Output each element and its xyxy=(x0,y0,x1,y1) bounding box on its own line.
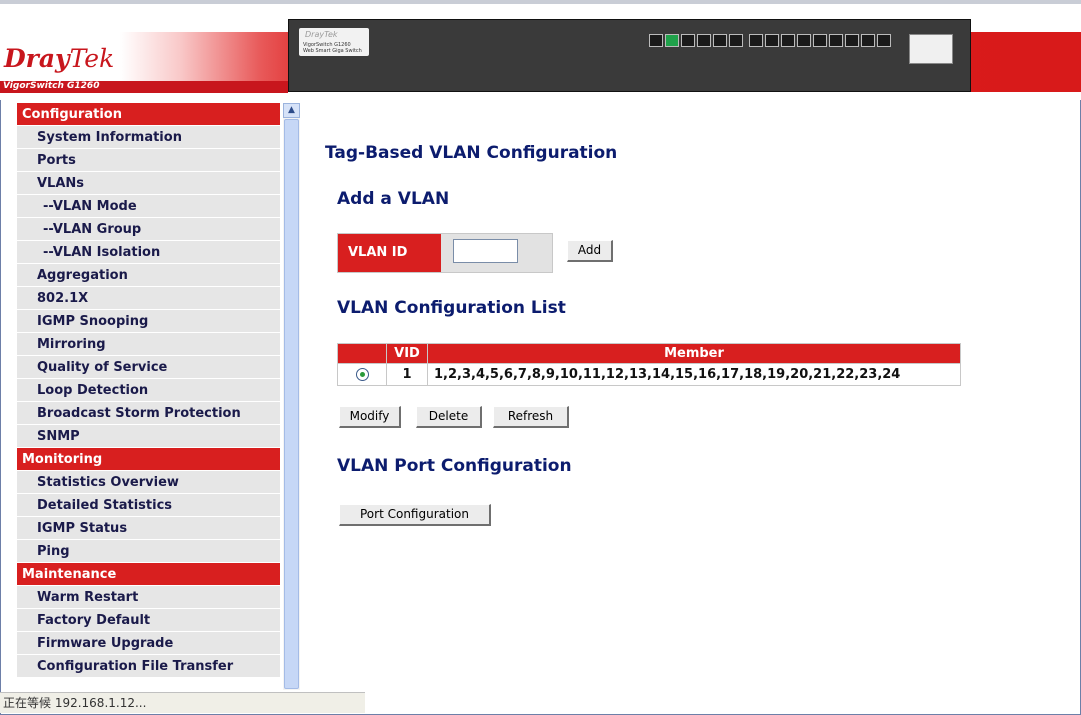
port-icon xyxy=(729,34,743,47)
menu-item-detailed-statistics[interactable]: Detailed Statistics xyxy=(17,494,280,517)
menu-item-firmware-upgrade[interactable]: Firmware Upgrade xyxy=(17,632,280,655)
menu-item-mirroring[interactable]: Mirroring xyxy=(17,333,280,356)
model-name: VigorSwitch G1260 xyxy=(3,81,100,91)
device-nameplate: DrayTek VigorSwitch G1260 Web Smart Giga… xyxy=(299,28,369,56)
port-configuration-button[interactable]: Port Configuration xyxy=(339,504,491,526)
port-group-3 xyxy=(829,34,891,64)
menu-item-ping[interactable]: Ping xyxy=(17,540,280,563)
menu-item-system-information[interactable]: System Information xyxy=(17,126,280,149)
vlan-id-label: VLAN ID xyxy=(338,234,441,272)
vlan-port-heading: VLAN Port Configuration xyxy=(337,456,572,476)
port-icon xyxy=(829,34,843,47)
radio-selected-icon[interactable] xyxy=(355,368,369,381)
port-icon xyxy=(649,34,663,47)
device-model-caption: VigorSwitch G1260 Web Smart Giga Switch xyxy=(303,42,362,54)
menu-item-vlans[interactable]: VLANs xyxy=(17,172,280,195)
switch-device-image: DrayTek VigorSwitch G1260 Web Smart Giga… xyxy=(288,19,971,92)
device-caption: Web Smart Giga Switch xyxy=(303,48,362,54)
add-vlan-heading: Add a VLAN xyxy=(337,189,450,209)
menu-item-snmp[interactable]: SNMP xyxy=(17,425,280,448)
port-icon xyxy=(781,34,795,47)
page-title: Tag-Based VLAN Configuration xyxy=(325,143,618,163)
port-icon xyxy=(813,34,827,47)
menu-item-igmp-status[interactable]: IGMP Status xyxy=(17,517,280,540)
add-button[interactable]: Add xyxy=(567,240,613,262)
menu-item-igmp-snooping[interactable]: IGMP Snooping xyxy=(17,310,280,333)
port-group-1 xyxy=(649,34,743,64)
logo-dray-text: Dray xyxy=(4,44,70,73)
menu-item-broadcast-storm-protection[interactable]: Broadcast Storm Protection xyxy=(17,402,280,425)
menu-item-configuration-file-transfer[interactable]: Configuration File Transfer xyxy=(17,655,280,678)
menu-item-vlan-isolation[interactable]: --VLAN Isolation xyxy=(17,241,280,264)
main-content: Tag-Based VLAN Configuration Add a VLAN … xyxy=(300,103,1079,693)
port-icon xyxy=(681,34,695,47)
menu-section-maintenance[interactable]: Maintenance xyxy=(17,563,280,586)
menu-item-ports[interactable]: Ports xyxy=(17,149,280,172)
sidebar-scrollbar[interactable]: ▲ xyxy=(283,103,300,690)
refresh-button[interactable]: Refresh xyxy=(493,406,569,428)
menu-item-vlan-group[interactable]: --VLAN Group xyxy=(17,218,280,241)
logo-tek-text: Tek xyxy=(69,44,115,73)
vlan-id-form: VLAN ID xyxy=(337,233,553,273)
menu-item-vlan-mode[interactable]: --VLAN Mode xyxy=(17,195,280,218)
menu-item-quality-of-service[interactable]: Quality of Service xyxy=(17,356,280,379)
model-bar: VigorSwitch G1260 xyxy=(0,81,288,93)
modify-button[interactable]: Modify xyxy=(339,406,401,428)
menu-item-loop-detection[interactable]: Loop Detection xyxy=(17,379,280,402)
port-icon xyxy=(797,34,811,47)
menu-section-monitoring[interactable]: Monitoring xyxy=(17,448,280,471)
row-vid: 1 xyxy=(387,364,427,385)
header: DrayTek VigorSwitch G1260 DrayTek VigorS… xyxy=(0,0,1081,100)
port-icon xyxy=(877,34,891,47)
menu-item-factory-default[interactable]: Factory Default xyxy=(17,609,280,632)
port-icon xyxy=(861,34,875,47)
vlan-id-input[interactable] xyxy=(453,239,518,263)
status-bar: 正在等候 192.168.1.12... xyxy=(0,692,365,713)
row-member: 1,2,3,4,5,6,7,8,9,10,11,12,13,14,15,16,1… xyxy=(428,364,960,385)
sfp-ports-icon xyxy=(909,34,953,64)
table-row[interactable]: 1 1,2,3,4,5,6,7,8,9,10,11,12,13,14,15,16… xyxy=(338,364,960,385)
sidebar-nav: Configuration System Information Ports V… xyxy=(17,103,280,688)
table-header-member: Member xyxy=(428,344,960,363)
device-brand: DrayTek xyxy=(305,30,338,39)
port-icon xyxy=(845,34,859,47)
vlan-list-heading: VLAN Configuration List xyxy=(337,298,566,318)
scroll-up-arrow-icon[interactable]: ▲ xyxy=(283,103,300,118)
draytek-logo: DrayTek xyxy=(4,44,114,73)
vlan-table: VID Member 1 1,2,3,4,5,6,7,8,9,10,11,12,… xyxy=(337,343,961,386)
port-icon-active xyxy=(665,34,679,47)
menu-item-statistics-overview[interactable]: Statistics Overview xyxy=(17,471,280,494)
port-icon xyxy=(749,34,763,47)
scroll-thumb[interactable] xyxy=(284,119,299,689)
row-select-cell[interactable] xyxy=(338,364,386,385)
menu-item-802-1x[interactable]: 802.1X xyxy=(17,287,280,310)
menu-item-warm-restart[interactable]: Warm Restart xyxy=(17,586,280,609)
port-icon xyxy=(713,34,727,47)
menu-section-configuration[interactable]: Configuration xyxy=(17,103,280,126)
port-icon xyxy=(697,34,711,47)
port-icon xyxy=(765,34,779,47)
top-rule xyxy=(0,0,1081,4)
table-header-row: VID Member xyxy=(338,344,960,363)
table-header-select xyxy=(338,344,386,363)
delete-button[interactable]: Delete xyxy=(416,406,482,428)
menu-item-aggregation[interactable]: Aggregation xyxy=(17,264,280,287)
table-header-vid: VID xyxy=(387,344,427,363)
